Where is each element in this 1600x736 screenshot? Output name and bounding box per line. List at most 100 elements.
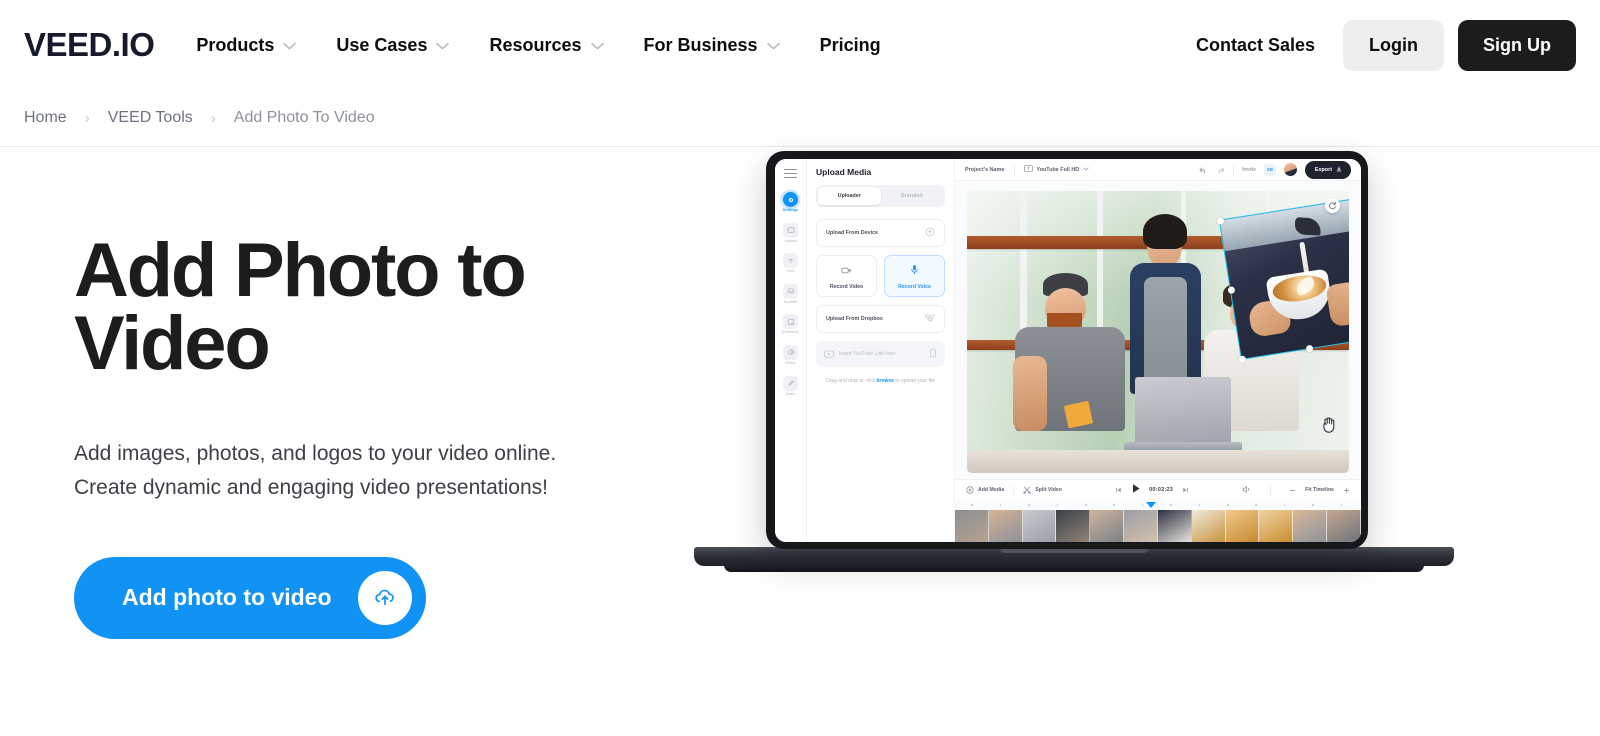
skip-back-icon[interactable]: [1114, 481, 1123, 499]
redo-icon[interactable]: [1216, 161, 1225, 179]
split-video-button[interactable]: Split Video: [1023, 481, 1062, 499]
breadcrumb-separator-icon: ›: [210, 109, 216, 127]
nav-item-resources[interactable]: Resources: [489, 35, 604, 56]
divider: [1013, 485, 1015, 495]
resize-handle[interactable]: [1237, 354, 1246, 363]
scissors-icon: [1023, 481, 1031, 499]
hero-subtitle-line2: Create dynamic and engaging video presen…: [74, 475, 548, 499]
add-photo-to-video-button[interactable]: Add photo to video: [74, 556, 426, 639]
login-button[interactable]: Login: [1343, 19, 1444, 71]
menu-icon[interactable]: [784, 169, 797, 178]
filmstrip-frame[interactable]: [955, 510, 989, 542]
resize-handle[interactable]: [1215, 216, 1224, 225]
sidebar-item-text[interactable]: Text: [776, 249, 806, 277]
filmstrip-frame[interactable]: [1225, 510, 1260, 542]
site-header: VEED.IO Products Use Cases Resources For…: [0, 0, 1600, 90]
sidebar-item-settings[interactable]: Settings: [776, 188, 806, 216]
breadcrumb-bar: Home › VEED Tools › Add Photo To Video: [0, 90, 1600, 147]
upload-from-dropbox-button[interactable]: Upload From Dropbox: [816, 305, 945, 333]
laptop-lid: Settings Upload Text Subtitle Elements F…: [766, 151, 1368, 549]
breadcrumb-item-veed-tools[interactable]: VEED Tools: [108, 109, 193, 127]
divider: [1013, 164, 1015, 175]
sidebar-label: Settings: [782, 208, 799, 212]
upload-from-device-button[interactable]: Upload From Device: [816, 219, 945, 247]
record-voice-button[interactable]: Record Voice: [884, 255, 945, 297]
nav-item-use-cases[interactable]: Use Cases: [336, 35, 450, 56]
invite-label[interactable]: Invite: [1242, 167, 1256, 173]
youtube-icon: [824, 345, 834, 363]
project-name[interactable]: Project's Name: [965, 167, 1005, 173]
rotate-icon[interactable]: [1325, 198, 1340, 213]
youtube-placeholder: Insert YouTube Link here: [839, 351, 896, 357]
nav-item-for-business[interactable]: For Business: [644, 35, 780, 56]
filmstrip-frame[interactable]: [988, 510, 1023, 542]
add-media-button[interactable]: Add Media: [966, 481, 1004, 499]
skip-forward-icon[interactable]: [1181, 481, 1190, 499]
filmstrip-frame[interactable]: [1124, 510, 1158, 542]
nav-item-pricing[interactable]: Pricing: [820, 35, 881, 56]
play-icon[interactable]: [1131, 481, 1141, 499]
filmstrip-frame[interactable]: [1191, 510, 1226, 542]
filmstrip-frame[interactable]: [1259, 510, 1294, 542]
clipboard-icon[interactable]: [929, 345, 937, 363]
timeline-toolbar: Add Media Split Video 00:02:23 Fit Timel…: [955, 479, 1361, 500]
browse-link[interactable]: browse: [876, 378, 894, 384]
filmstrip-frame[interactable]: [1157, 510, 1192, 542]
filmstrip-frame[interactable]: [1022, 510, 1057, 542]
latte-photo: [1218, 198, 1349, 360]
sidebar-item-subtitle[interactable]: Subtitle: [776, 280, 806, 308]
contact-sales-link[interactable]: Contact Sales: [1196, 35, 1315, 56]
page-title: Add Photo to Video: [74, 228, 527, 386]
sidebar-item-draw[interactable]: Draw: [776, 372, 806, 400]
chevron-down-icon: [590, 42, 604, 50]
sidebar-item-filters[interactable]: Filters: [776, 341, 806, 369]
download-icon: [1336, 165, 1342, 174]
timecode: 00:02:23: [1149, 487, 1174, 493]
export-button[interactable]: Export: [1304, 160, 1351, 179]
fit-timeline-label[interactable]: Fit Timeline: [1305, 487, 1334, 493]
nav-item-products[interactable]: Products: [196, 35, 297, 56]
filmstrip-frame[interactable]: [1090, 510, 1125, 542]
breadcrumb-item-home[interactable]: Home: [24, 109, 67, 127]
video-canvas[interactable]: [955, 181, 1361, 479]
export-label: Export: [1314, 166, 1332, 173]
timeline-filmstrip[interactable]: [955, 510, 1361, 542]
record-video-button[interactable]: Record Video: [816, 255, 877, 297]
photo-overlay-selected[interactable]: [1215, 198, 1349, 363]
breadcrumb-separator-icon: ›: [84, 109, 90, 127]
dropbox-icon: [924, 310, 936, 328]
divider: [1233, 164, 1235, 175]
panel-title: Upload Media: [816, 167, 872, 177]
veed-logo[interactable]: VEED.IO: [24, 26, 155, 64]
breadcrumb: Home › VEED Tools › Add Photo To Video: [24, 90, 1576, 146]
laptop-base: [694, 547, 1454, 572]
playhead[interactable]: [1145, 502, 1156, 508]
cta-label: Add photo to video: [122, 584, 332, 611]
filmstrip-frame[interactable]: [1293, 510, 1328, 542]
image-upload-icon: [783, 222, 798, 238]
signup-button[interactable]: Sign Up: [1458, 19, 1576, 71]
laptop-mockup: Settings Upload Text Subtitle Elements F…: [694, 151, 1454, 572]
collaborator-badge[interactable]: SB: [1263, 163, 1276, 176]
filmstrip-frame[interactable]: [1327, 510, 1361, 542]
editor-topbar: Project's Name YouTube Full HD Invite SB…: [955, 159, 1361, 181]
minus-icon[interactable]: [1289, 481, 1296, 499]
upload-media-panel: Upload Media Uploader Branded Upload Fro…: [807, 159, 955, 542]
filmstrip-frame[interactable]: [1056, 510, 1091, 542]
sidebar-item-upload[interactable]: Upload: [776, 219, 806, 247]
plus-icon[interactable]: [1343, 481, 1350, 499]
resize-handle[interactable]: [1305, 344, 1314, 353]
sidebar-item-elements[interactable]: Elements: [776, 310, 806, 338]
tab-branded[interactable]: Branded: [881, 187, 944, 205]
undo-icon[interactable]: [1199, 161, 1208, 179]
avatar[interactable]: [1283, 163, 1297, 176]
counter-surface: [967, 450, 1349, 473]
timeline-ruler[interactable]: [955, 500, 1361, 510]
resize-handle[interactable]: [1226, 285, 1235, 294]
tab-uploader[interactable]: Uploader: [818, 187, 881, 205]
nav-label: For Business: [643, 34, 758, 55]
volume-icon[interactable]: [1242, 481, 1252, 499]
youtube-link-input[interactable]: Insert YouTube Link here: [816, 341, 945, 367]
hint-prefix: Drag and drop or click: [826, 378, 877, 384]
preset-selector[interactable]: YouTube Full HD: [1023, 165, 1090, 174]
